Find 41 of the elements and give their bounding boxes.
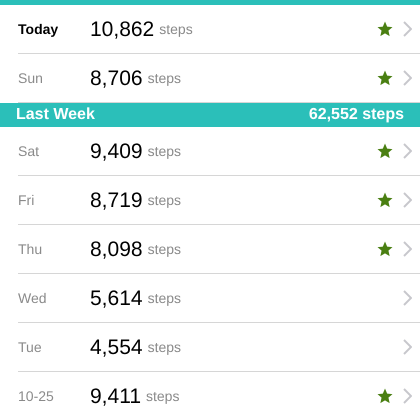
list-row[interactable]: 10-25 9,411 steps [18, 372, 420, 420]
step-count: 8,706 [90, 68, 143, 88]
list-row[interactable]: Fri 8,719 steps [18, 176, 420, 225]
list-row[interactable]: Tue 4,554 steps [18, 323, 420, 372]
chevron-icon [403, 192, 412, 208]
list-row[interactable]: Today 10,862 steps [18, 5, 420, 54]
unit-label: steps [146, 386, 180, 406]
unit-label: steps [148, 142, 182, 161]
day-label: Fri [18, 190, 36, 210]
step-count: 9,411 [90, 386, 141, 406]
chevron-icon [403, 388, 412, 404]
day-label: Today [18, 20, 60, 39]
day-label: Sat [18, 142, 40, 160]
step-count: 4,554 [90, 336, 143, 358]
day-label: Thu [18, 240, 44, 258]
chevron-icon [403, 290, 412, 306]
unit-label: steps [148, 68, 182, 88]
step-count: 5,614 [90, 288, 143, 308]
unit-label: steps [159, 20, 193, 39]
list-row[interactable]: Thu 8,098 steps [18, 225, 420, 274]
day-label: Sun [18, 68, 44, 88]
section-total: 62,552 steps [308, 105, 404, 125]
step-count: 8,719 [90, 190, 143, 210]
step-count: 8,098 [90, 238, 143, 260]
unit-label: steps [148, 190, 182, 210]
chevron-icon [403, 339, 412, 355]
section-title: Last Week [16, 105, 95, 125]
step-count: 10,862 [90, 18, 154, 40]
list-row[interactable]: Wed 5,614 steps [18, 274, 420, 323]
day-label: Tue [18, 338, 43, 356]
chevron-icon [403, 143, 412, 159]
day-label: Wed [18, 288, 48, 308]
chevron-icon [403, 70, 412, 86]
unit-label: steps [148, 240, 182, 259]
chevron-icon [403, 241, 412, 257]
list-row[interactable]: Sat 9,409 steps [18, 127, 420, 176]
step-count: 9,409 [90, 140, 143, 162]
unit-label: steps [148, 288, 182, 308]
day-label: 10-25 [18, 386, 55, 406]
unit-label: steps [148, 338, 182, 357]
chevron-icon [403, 21, 412, 37]
